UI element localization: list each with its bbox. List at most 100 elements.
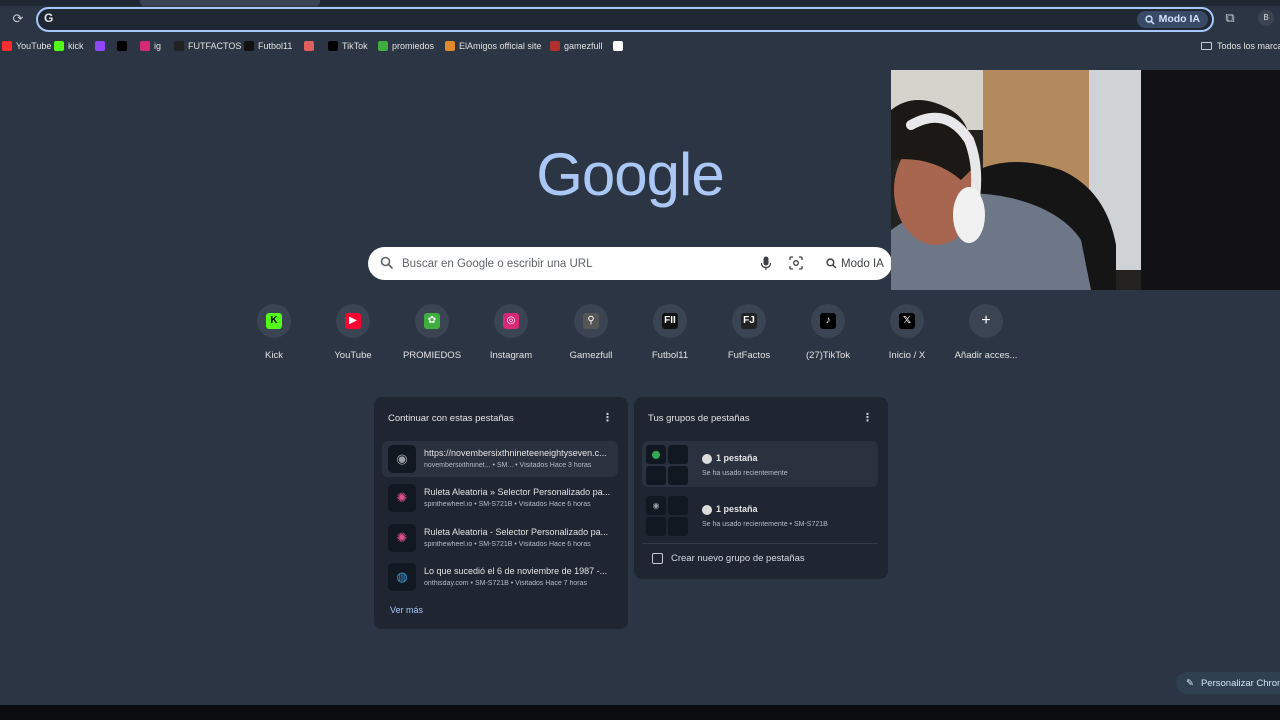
recent-tab-row[interactable]: ✺ Ruleta Aleatoria » Selector Personaliza… bbox=[382, 480, 618, 516]
microphone-icon[interactable] bbox=[760, 256, 772, 271]
omnibox[interactable]: G Modo IA bbox=[36, 7, 1214, 32]
bookmark-item[interactable]: TikTok bbox=[328, 37, 368, 55]
futfactos-icon: FJ bbox=[741, 313, 757, 329]
recent-tab-title: Lo que sucedió el 6 de noviembre de 1987… bbox=[424, 566, 608, 576]
diamond-icon bbox=[613, 41, 623, 51]
bookmark-item[interactable]: promiedos bbox=[378, 37, 434, 55]
tiktok-icon: ♪ bbox=[820, 313, 836, 329]
extensions-icon[interactable]: ⧉ bbox=[1222, 10, 1238, 26]
promiedos-icon: ✿ bbox=[424, 313, 440, 329]
google-lens-icon[interactable] bbox=[789, 256, 803, 270]
google-g-icon: G bbox=[44, 11, 54, 25]
see-more-link[interactable]: Ver más bbox=[390, 605, 423, 615]
maps-icon: ⬤ bbox=[646, 445, 666, 464]
recent-tab-title: Ruleta Aleatoria - Selector Personalizad… bbox=[424, 527, 609, 537]
plus-icon: + bbox=[981, 312, 991, 329]
bookmark-item[interactable]: FUTFACTOS bbox=[174, 37, 241, 55]
bookmark-item[interactable]: gamezfull bbox=[550, 37, 603, 55]
recent-tab-title: Ruleta Aleatoria » Selector Personalizad… bbox=[424, 487, 611, 497]
shortcut-label: FutFactos bbox=[727, 350, 771, 361]
reload-icon[interactable]: ⟳ bbox=[10, 11, 26, 27]
search-ai-mode-button[interactable]: Modo IA bbox=[820, 253, 890, 274]
omnibox-ai-mode-button[interactable]: Modo IA bbox=[1136, 11, 1208, 28]
tab-group-row[interactable]: ⬤ 1 pestaña Se ha usado recientemente bbox=[642, 441, 878, 487]
active-tab[interactable] bbox=[140, 0, 320, 6]
recent-tab-title: https://novembersixthnineteeneightyseven… bbox=[424, 448, 607, 458]
recent-tab-meta: spinthewheel.io • SM-S721B • Visitados H… bbox=[424, 541, 591, 548]
shortcut-tile[interactable]: ✿ PROMIEDOS bbox=[397, 304, 467, 361]
shortcut-tile[interactable]: + Añadir acces... bbox=[951, 304, 1021, 361]
bookmark-item[interactable] bbox=[613, 37, 623, 55]
all-bookmarks-folder[interactable]: Todos los marcadores bbox=[1201, 37, 1280, 55]
taskbar bbox=[0, 705, 1280, 720]
bookmark-item[interactable]: ElAmigos official site bbox=[445, 37, 541, 55]
globe-icon: ◉ bbox=[388, 445, 416, 473]
customize-chrome-button[interactable]: ✎ Personalizar Chrome bbox=[1176, 672, 1280, 694]
bookmark-item[interactable]: YouTube bbox=[2, 37, 51, 55]
tab-group-meta: Se ha usado recientemente bbox=[702, 470, 788, 477]
futfactos-icon bbox=[174, 41, 184, 51]
bookmarks-folder-label: Todos los marcadores bbox=[1217, 41, 1280, 51]
recent-tab-row[interactable]: ◍ Lo que sucedió el 6 de noviembre de 198… bbox=[382, 559, 618, 595]
recent-tab-row[interactable]: ✺ Ruleta Aleatoria - Selector Personaliza… bbox=[382, 520, 618, 556]
youtube-icon bbox=[2, 41, 12, 51]
group-color-dot bbox=[702, 505, 712, 515]
recent-tab-row[interactable]: ◉ https://novembersixthnineteeneightyseve… bbox=[382, 441, 618, 477]
shortcut-tile[interactable]: K Kick bbox=[239, 304, 309, 361]
omnibox-ai-label: Modo IA bbox=[1158, 13, 1200, 25]
shortcut-icon-circle: ◎ bbox=[494, 304, 528, 338]
tab-group-meta: Se ha usado recientemente • SM-S721B bbox=[702, 521, 828, 528]
x-icon bbox=[117, 41, 127, 51]
tiktok-icon bbox=[328, 41, 338, 51]
create-tab-group-button[interactable]: Crear nuevo grupo de pestañas bbox=[652, 553, 805, 564]
shortcut-tile[interactable]: ◎ Instagram bbox=[476, 304, 546, 361]
shortcut-icon-circle: ✿ bbox=[415, 304, 449, 338]
more-options-icon[interactable]: ⋮ bbox=[862, 411, 873, 425]
twitch-icon bbox=[95, 41, 105, 51]
search-ai-label: Modo IA bbox=[841, 257, 884, 270]
more-options-icon[interactable]: ⋮ bbox=[602, 411, 613, 425]
bookmark-label: promiedos bbox=[392, 41, 435, 51]
bookmark-item[interactable] bbox=[95, 37, 105, 55]
x-icon: 𝕏 bbox=[899, 313, 915, 329]
tab-groups-card: Tus grupos de pestañas ⋮ ⬤ 1 pestaña Se ha… bbox=[634, 397, 888, 579]
tab-group-count: 1 pestaña bbox=[716, 504, 758, 514]
toolbar: ⟳ G Modo IA ⧉ B bbox=[0, 0, 1280, 36]
shortcut-tile[interactable]: FII Futbol11 bbox=[635, 304, 705, 361]
customize-label: Personalizar Chrome bbox=[1200, 677, 1280, 689]
search-input[interactable] bbox=[402, 255, 742, 272]
browser-window: ⟳ G Modo IA ⧉ B Todos los marcadores You… bbox=[0, 0, 1280, 720]
tab-group-row[interactable]: ◉ 1 pestaña Se ha usado recientemente • SM… bbox=[642, 492, 878, 538]
kick-icon: K bbox=[266, 313, 282, 329]
shortcut-label: Futbol11 bbox=[651, 350, 689, 361]
bookmark-item[interactable]: Futbol11 bbox=[244, 37, 292, 55]
tab-group-thumbnail: ◉ bbox=[646, 496, 688, 536]
mail-icon bbox=[304, 41, 314, 51]
continue-card-title: Continuar con estas pestañas bbox=[388, 413, 514, 424]
gamezfull-icon: ⚲ bbox=[583, 313, 599, 329]
promiedos-icon bbox=[378, 41, 388, 51]
shortcut-tile[interactable]: FJ FutFactos bbox=[714, 304, 784, 361]
bookmark-item[interactable]: ig bbox=[140, 37, 161, 55]
shortcut-label: Kick bbox=[265, 350, 283, 361]
globe-icon: ◉ bbox=[646, 496, 666, 515]
instagram-icon: ◎ bbox=[503, 313, 519, 329]
bookmark-label: ig bbox=[154, 41, 162, 51]
search-box[interactable]: Modo IA bbox=[368, 247, 892, 280]
youtube-icon: ▶ bbox=[345, 313, 361, 329]
group-color-dot bbox=[702, 454, 712, 464]
bookmark-item[interactable] bbox=[117, 37, 127, 55]
ai-search-icon bbox=[826, 258, 837, 269]
bookmark-item[interactable] bbox=[304, 37, 314, 55]
bookmark-item[interactable]: kick bbox=[54, 37, 84, 55]
shortcut-tile[interactable]: 𝕏 Inicio / X bbox=[872, 304, 942, 361]
webcam-image bbox=[891, 70, 1280, 290]
shortcut-tile[interactable]: ⚲ Gamezfull bbox=[556, 304, 626, 361]
shortcut-icon-circle: + bbox=[969, 304, 1003, 338]
elamigos-icon bbox=[445, 41, 455, 51]
shortcut-tile[interactable]: ♪ (27)TikTok bbox=[793, 304, 863, 361]
divider bbox=[642, 543, 878, 544]
profile-avatar[interactable]: B bbox=[1258, 10, 1274, 26]
bookmark-label: FUTFACTOS bbox=[188, 41, 242, 51]
shortcut-tile[interactable]: ▶ YouTube bbox=[318, 304, 388, 361]
